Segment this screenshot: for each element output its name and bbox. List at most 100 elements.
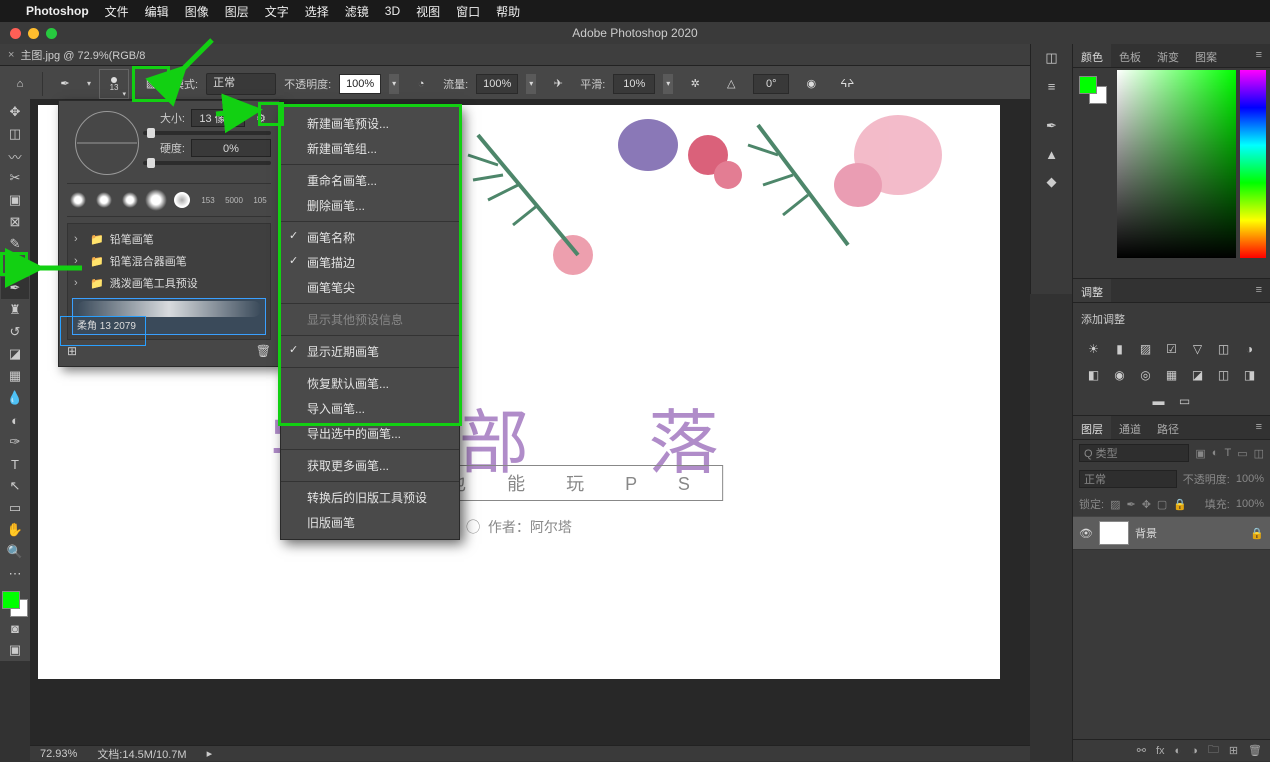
menu-filter[interactable]: 滤镜 [345, 3, 369, 20]
context-menu-item[interactable]: 获取更多画笔... [281, 453, 459, 478]
tab-gradients[interactable]: 渐变 [1149, 44, 1187, 67]
panel-icon[interactable]: ▲ [1031, 140, 1072, 168]
smooth-caret-icon[interactable]: ▾ [663, 74, 673, 94]
context-menu-item[interactable]: 导入画笔... [281, 396, 459, 421]
context-menu-item[interactable]: 导出选中的画笔... [281, 421, 459, 446]
trash-icon[interactable]: 🗑 [1248, 744, 1262, 757]
color-field[interactable] [1117, 70, 1236, 258]
context-menu-item[interactable]: 恢复默认画笔... [281, 371, 459, 396]
minimize-window-icon[interactable] [28, 28, 39, 39]
lock-brush-icon[interactable]: ✒ [1126, 498, 1135, 511]
brush-tool[interactable]: ✒ [1, 277, 29, 299]
angle-icon[interactable]: △ [717, 71, 745, 97]
opacity-caret-icon[interactable]: ▾ [389, 74, 399, 94]
marquee-tool[interactable]: ◫ [1, 123, 29, 145]
brush-tool-icon[interactable]: ✒ [51, 71, 79, 97]
menu-edit[interactable]: 编辑 [145, 3, 169, 20]
link-icon[interactable]: ⚯ [1137, 744, 1146, 757]
close-tab-icon[interactable]: × [8, 49, 14, 61]
layer-row[interactable]: 👁 背景 🔒 [1073, 516, 1270, 550]
brush-folder[interactable]: ›📁 溅泼画笔工具预设 [72, 272, 266, 294]
shape-tool[interactable]: ▭ [1, 497, 29, 519]
filter-shape-icon[interactable]: ▭ [1237, 447, 1247, 460]
dodge-tool[interactable]: ◐ [1, 409, 29, 431]
filter-img-icon[interactable]: ▣ [1195, 447, 1205, 460]
zoom-window-icon[interactable] [46, 28, 57, 39]
curves-icon[interactable]: ▨ [1138, 341, 1154, 357]
invert-icon[interactable]: ◪ [1190, 367, 1206, 383]
quick-select-tool[interactable]: ✂ [1, 167, 29, 189]
tab-swatches[interactable]: 色板 [1111, 44, 1149, 67]
context-menu-item[interactable]: 新建画笔预设... [281, 111, 459, 136]
menu-image[interactable]: 图像 [185, 3, 209, 20]
filter-smart-icon[interactable]: ◫ [1254, 447, 1264, 460]
lock-pos-icon[interactable]: ✥ [1142, 498, 1151, 511]
mixer-icon[interactable]: ◎ [1138, 367, 1154, 383]
selected-brush-preset[interactable]: 柔角 13 2079 [72, 298, 266, 335]
fg-bg-colors[interactable] [2, 591, 28, 617]
flow-caret-icon[interactable]: ▾ [526, 74, 536, 94]
eraser-tool[interactable]: ◪ [1, 343, 29, 365]
recent-brush[interactable] [145, 188, 167, 212]
lock-all-icon[interactable]: 🔒 [1173, 498, 1187, 511]
angle-input[interactable] [753, 74, 789, 94]
menu-window[interactable]: 窗口 [456, 3, 480, 20]
panel-icon[interactable]: ◆ [1031, 168, 1072, 196]
status-zoom[interactable]: 72.93% [40, 748, 77, 760]
blend-mode-select[interactable]: 正常 [206, 73, 276, 95]
recent-brush[interactable]: 5000 [223, 188, 245, 212]
lock-pixels-icon[interactable]: ▨ [1110, 498, 1120, 511]
context-menu-item[interactable]: 显示近期画笔 [281, 339, 459, 364]
recent-brush[interactable]: 105 [249, 188, 271, 212]
eyedropper-tool[interactable]: ✎ [1, 233, 29, 255]
history-brush-tool[interactable]: ↺ [1, 321, 29, 343]
stamp-tool[interactable]: ♜ [1, 299, 29, 321]
lock-art-icon[interactable]: ▢ [1157, 498, 1167, 511]
visibility-icon[interactable]: 👁 [1079, 527, 1093, 540]
menu-view[interactable]: 视图 [416, 3, 440, 20]
brush-hardness-value[interactable]: 0% [191, 139, 271, 157]
filter-adj-icon[interactable]: ◐ [1212, 447, 1219, 459]
frame-tool[interactable]: ⊠ [1, 211, 29, 233]
brush-preset-picker[interactable]: 13 ▾ [99, 69, 129, 99]
new-brush-icon[interactable]: ⊞ [67, 344, 77, 358]
photo-filter-icon[interactable]: ◉ [1112, 367, 1128, 383]
lookup-icon[interactable]: ▦ [1164, 367, 1180, 383]
panel-menu-icon[interactable]: ≡ [1248, 416, 1270, 439]
filter-type-icon[interactable]: T [1224, 447, 1231, 459]
context-menu-item[interactable]: 旧版画笔 [281, 510, 459, 535]
brush-size-slider[interactable] [143, 131, 271, 135]
brush-hardness-slider[interactable] [143, 161, 271, 165]
brush-gear-icon[interactable]: ⚙ [251, 109, 271, 127]
opacity-input[interactable] [339, 74, 381, 94]
path-select-tool[interactable]: ↖ [1, 475, 29, 497]
status-doc-size[interactable]: 文档:14.5M/10.7M [97, 746, 186, 762]
hue-icon[interactable]: ◫ [1216, 341, 1232, 357]
menu-3d[interactable]: 3D [385, 4, 400, 18]
context-menu-item[interactable]: 重命名画笔... [281, 168, 459, 193]
zoom-tool[interactable]: 🔍 [1, 541, 29, 563]
recent-brush[interactable] [171, 188, 193, 212]
panel-icon[interactable]: ≡ [1031, 72, 1072, 100]
lasso-tool[interactable]: 〰 [1, 145, 29, 167]
poster-icon[interactable]: ◫ [1216, 367, 1232, 383]
app-name[interactable]: Photoshop [26, 4, 89, 18]
panel-icon[interactable]: ◫ [1031, 44, 1072, 72]
exposure-icon[interactable]: ☑ [1164, 341, 1180, 357]
menu-type[interactable]: 文字 [265, 3, 289, 20]
tab-patterns[interactable]: 图案 [1187, 44, 1225, 67]
context-menu-item[interactable]: 新建画笔组... [281, 136, 459, 161]
panel-menu-icon[interactable]: ≡ [1248, 44, 1270, 67]
context-menu-item[interactable]: 删除画笔... [281, 193, 459, 218]
layer-thumbnail[interactable] [1099, 521, 1129, 545]
recent-brush[interactable] [93, 188, 115, 212]
color-swatches[interactable] [1079, 76, 1107, 104]
panel-menu-icon[interactable]: ≡ [1248, 279, 1270, 302]
context-menu-item[interactable]: 画笔笔尖 [281, 275, 459, 300]
gradient-tool[interactable]: ▦ [1, 365, 29, 387]
quick-mask-icon[interactable]: ◙ [1, 617, 29, 639]
home-icon[interactable]: ⌂ [6, 71, 34, 97]
status-caret-icon[interactable]: ▸ [207, 747, 213, 760]
type-tool[interactable]: T [1, 453, 29, 475]
pressure-opacity-icon[interactable]: ◔ [407, 71, 435, 97]
